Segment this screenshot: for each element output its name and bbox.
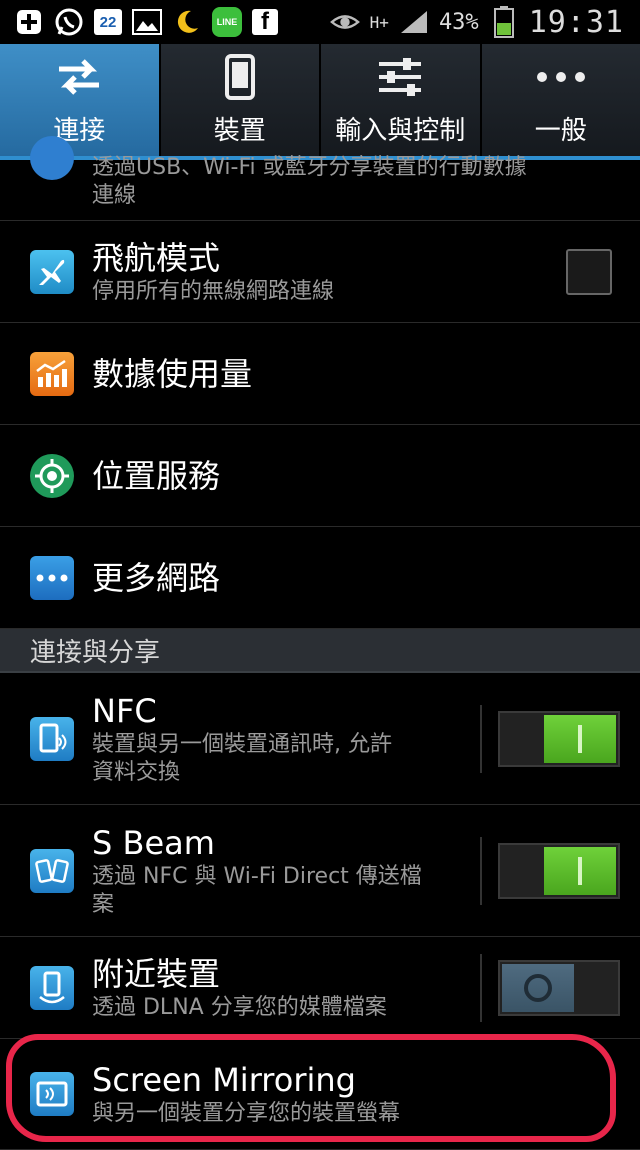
status-bar: 22 LINE f H+ 43% 19:31 (0, 0, 640, 44)
tab-label: 裝置 (214, 110, 266, 147)
tethering-row[interactable]: 透過USB、Wi-Fi 或藍牙分享裝置的行動數據 連線 (0, 160, 640, 221)
divider (480, 954, 482, 1022)
tab-input-control[interactable]: 輸入與控制 (321, 44, 482, 156)
section-header-connect-share: 連接與分享 (0, 629, 640, 673)
swap-arrows-icon (55, 54, 103, 100)
tab-connections[interactable]: 連接 (0, 44, 161, 156)
sbeam-toggle-wrap (498, 843, 620, 899)
whatsapp-icon (54, 7, 84, 37)
tab-label: 輸入與控制 (335, 110, 465, 147)
sbeam-toggle[interactable] (498, 843, 620, 899)
sbeam-subtitle: 透過 NFC 與 Wi-Fi Direct 傳送檔 (92, 863, 480, 891)
nfc-subtitle: 裝置與另一個裝置通訊時, 允許 (92, 731, 480, 759)
gallery-icon (132, 7, 162, 37)
tab-general[interactable]: 一般 (482, 44, 640, 156)
nfc-row[interactable]: NFC 裝置與另一個裝置通訊時, 允許 資料交換 (0, 673, 640, 805)
sbeam-title: S Beam (92, 823, 480, 863)
nfc-subtitle-cont: 資料交換 (92, 759, 480, 787)
tethering-icon (30, 136, 74, 180)
line-app-label: LINE (217, 17, 238, 27)
more-networks-icon (30, 556, 74, 600)
data-usage-icon (30, 352, 74, 396)
more-networks-row[interactable]: 更多網路 (0, 527, 640, 629)
data-usage-row[interactable]: 數據使用量 (0, 323, 640, 425)
nfc-toggle[interactable] (498, 711, 620, 767)
line-app-icon: LINE (212, 7, 242, 37)
nfc-toggle-wrap (498, 711, 620, 767)
data-usage-title: 數據使用量 (92, 354, 480, 394)
airplane-icon (30, 250, 74, 294)
divider (480, 837, 482, 905)
facebook-icon: f (252, 9, 278, 35)
nearby-toggle-wrap (498, 960, 620, 1016)
sliders-icon (377, 54, 423, 100)
plus-icon (14, 7, 44, 37)
airplane-subtitle: 停用所有的無線網路連線 (92, 278, 480, 306)
signal-icon (399, 7, 429, 37)
calendar-icon: 22 (94, 9, 122, 35)
screen-mirroring-subtitle: 與另一個裝置分享您的裝置螢幕 (92, 1100, 620, 1128)
airplane-checkbox[interactable] (566, 249, 612, 295)
phone-icon (225, 54, 255, 100)
network-type: H+ (370, 13, 389, 32)
battery-percent: 43% (439, 10, 479, 35)
clock: 19:31 (529, 5, 624, 40)
nearby-devices-row[interactable]: 附近裝置 透過 DLNA 分享您的媒體檔案 (0, 937, 640, 1039)
airplane-mode-row[interactable]: 飛航模式 停用所有的無線網路連線 (0, 221, 640, 323)
screen-mirroring-title: Screen Mirroring (92, 1060, 620, 1100)
more-networks-title: 更多網路 (92, 558, 480, 598)
location-target-icon (30, 454, 74, 498)
nearby-devices-toggle[interactable] (498, 960, 620, 1016)
nearby-devices-icon (30, 966, 74, 1010)
tab-label: 一般 (535, 110, 587, 147)
settings-tabs: 連接 裝置 輸入與控制 一般 (0, 44, 640, 160)
more-dots-icon (536, 54, 586, 100)
divider (480, 705, 482, 773)
location-title: 位置服務 (92, 456, 480, 496)
tethering-subtitle-cont: 連線 (92, 182, 620, 210)
tab-device[interactable]: 裝置 (161, 44, 322, 156)
eye-icon (330, 7, 360, 37)
sbeam-subtitle-cont: 案 (92, 891, 480, 919)
nearby-devices-title: 附近裝置 (92, 954, 480, 994)
nfc-icon (30, 717, 74, 761)
tethering-subtitle: 透過USB、Wi-Fi 或藍牙分享裝置的行動數據 (92, 154, 620, 182)
airplane-title: 飛航模式 (92, 238, 480, 278)
moon-icon (172, 7, 202, 37)
calendar-day: 22 (100, 14, 117, 31)
nearby-devices-subtitle: 透過 DLNA 分享您的媒體檔案 (92, 994, 480, 1022)
battery-icon (489, 7, 519, 37)
nfc-title: NFC (92, 691, 480, 731)
sbeam-row[interactable]: S Beam 透過 NFC 與 Wi-Fi Direct 傳送檔 案 (0, 805, 640, 937)
settings-list: 透過USB、Wi-Fi 或藍牙分享裝置的行動數據 連線 飛航模式 停用所有的無線… (0, 160, 640, 1150)
sbeam-icon (30, 849, 74, 893)
location-row[interactable]: 位置服務 (0, 425, 640, 527)
screen-mirroring-row[interactable]: Screen Mirroring 與另一個裝置分享您的裝置螢幕 (0, 1039, 640, 1150)
screen-mirroring-icon (30, 1072, 74, 1116)
